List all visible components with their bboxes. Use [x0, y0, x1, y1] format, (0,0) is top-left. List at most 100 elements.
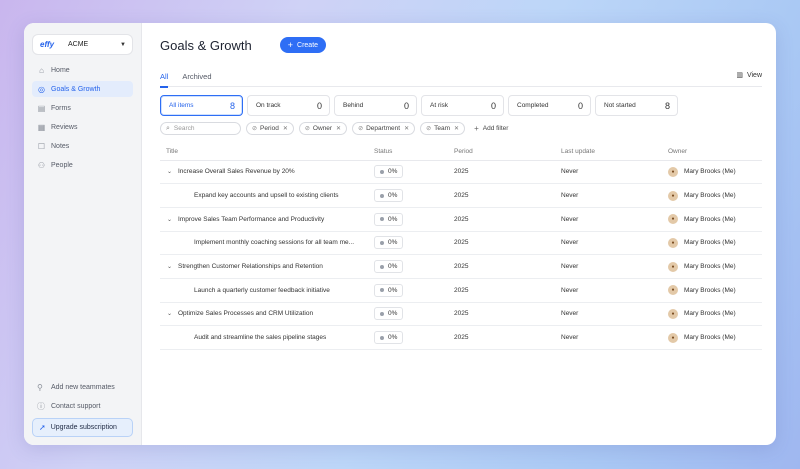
table-row[interactable]: Audit and streamline the sales pipeline … [160, 325, 762, 350]
status-badge[interactable]: 0% [374, 212, 404, 226]
table-row[interactable]: Implement monthly coaching sessions for … [160, 231, 762, 256]
table-row[interactable]: ⌄ Strengthen Customer Relationships and R… [160, 254, 762, 279]
effy-logo: effy [40, 40, 55, 49]
chevron-down-icon[interactable]: ⌄ [166, 310, 178, 317]
column-header-owner[interactable]: Owner [668, 144, 762, 161]
status-badge[interactable]: 0% [374, 331, 404, 345]
status-dot-icon [380, 335, 384, 340]
sidebar-item-home[interactable]: ⌂ Home [32, 62, 133, 78]
cell-title[interactable]: Audit and streamline the sales pipeline … [160, 325, 374, 350]
workspace-switcher[interactable]: effy ACME ▼ [32, 34, 133, 55]
owner[interactable]: ● Mary Brooks (Me) [668, 190, 762, 201]
cell-title[interactable]: Implement monthly coaching sessions for … [160, 231, 374, 256]
add-teammates-link[interactable]: ⚲ Add new teammates [32, 379, 133, 395]
sub-goal-title[interactable]: Launch a quarterly customer feedback ini… [166, 287, 374, 294]
status-badge[interactable]: 0% [374, 260, 404, 274]
goal-title[interactable]: ⌄ Increase Overall Sales Revenue by 20% [166, 168, 374, 175]
sidebar-item-goals-growth[interactable]: ◎ Goals & Growth [32, 81, 133, 97]
filter-chip-owner[interactable]: ⊘ Owner ✕ [298, 122, 348, 135]
filter-chip-label: Team [434, 125, 451, 132]
status-card-behind[interactable]: Behind 0 [334, 95, 417, 116]
owner[interactable]: ● Mary Brooks (Me) [668, 214, 762, 225]
sidebar-item-reviews[interactable]: ▦ Reviews [32, 119, 133, 135]
owner[interactable]: ● Mary Brooks (Me) [668, 332, 762, 343]
contact-support-link[interactable]: ⓘ Contact support [32, 398, 133, 414]
sidebar-item-label: Forms [51, 104, 71, 112]
filter-chip-period[interactable]: ⊘ Period ✕ [246, 122, 294, 135]
close-icon[interactable]: ✕ [283, 125, 288, 132]
status-badge[interactable]: 0% [374, 189, 404, 203]
sidebar-item-notes[interactable]: ☐ Notes [32, 138, 133, 154]
close-icon[interactable]: ✕ [454, 125, 459, 132]
tab-archived[interactable]: Archived [182, 67, 211, 87]
cell-title[interactable]: ⌄ Increase Overall Sales Revenue by 20% [160, 160, 374, 185]
owner[interactable]: ● Mary Brooks (Me) [668, 261, 762, 272]
sub-goal-title[interactable]: Expand key accounts and upsell to existi… [166, 192, 374, 199]
column-header-status[interactable]: Status [374, 144, 454, 161]
status-card-not-started[interactable]: Not started 8 [595, 95, 678, 116]
close-icon[interactable]: ✕ [404, 125, 409, 132]
status-badge[interactable]: 0% [374, 165, 404, 179]
cell-title[interactable]: ⌄ Improve Sales Team Performance and Prod… [160, 207, 374, 232]
view-icon: ▥ [736, 72, 743, 79]
status-card-completed[interactable]: Completed 0 [508, 95, 591, 116]
create-button[interactable]: + Create [279, 37, 327, 53]
owner[interactable]: ● Mary Brooks (Me) [668, 237, 762, 248]
cell-status: 0% [374, 231, 454, 256]
owner[interactable]: ● Mary Brooks (Me) [668, 285, 762, 296]
filter-chip-team[interactable]: ⊘ Team ✕ [420, 122, 466, 135]
goal-title[interactable]: ⌄ Optimize Sales Processes and CRM Utiliz… [166, 310, 374, 317]
filter-bar: ⌕ Search ⊘ Period ✕ ⊘ Owner ✕ ⊘ Departme… [160, 122, 762, 135]
cell-last-update: Never [561, 183, 668, 208]
sidebar-item-label: Notes [51, 142, 70, 150]
table-row[interactable]: Launch a quarterly customer feedback ini… [160, 278, 762, 303]
search-input[interactable]: ⌕ Search [160, 122, 241, 135]
cell-title[interactable]: Launch a quarterly customer feedback ini… [160, 278, 374, 303]
filter-chip-department[interactable]: ⊘ Department ✕ [352, 122, 416, 135]
view-button[interactable]: ▥ View [736, 71, 762, 80]
close-icon[interactable]: ✕ [336, 125, 341, 132]
goal-title[interactable]: ⌄ Strengthen Customer Relationships and R… [166, 263, 374, 270]
cell-title[interactable]: ⌄ Strengthen Customer Relationships and R… [160, 254, 374, 279]
target-icon: ◎ [38, 84, 45, 94]
chevron-down-icon[interactable]: ⌄ [166, 263, 178, 270]
filter-icon: ⊘ [252, 126, 258, 132]
sub-goal-title[interactable]: Audit and streamline the sales pipeline … [166, 334, 374, 341]
add-filter-button[interactable]: + Add filter [474, 124, 508, 133]
cell-title[interactable]: ⌄ Optimize Sales Processes and CRM Utiliz… [160, 302, 374, 327]
status-badge[interactable]: 0% [374, 283, 404, 297]
cell-status: 0% [374, 302, 454, 327]
upgrade-subscription-button[interactable]: ➚ Upgrade subscription [32, 418, 133, 437]
table-row[interactable]: ⌄ Optimize Sales Processes and CRM Utiliz… [160, 302, 762, 327]
column-header-title[interactable]: Title [160, 144, 374, 161]
table-row[interactable]: Expand key accounts and upsell to existi… [160, 183, 762, 208]
sidebar-item-label: People [51, 161, 73, 169]
column-header-period[interactable]: Period [454, 144, 561, 161]
page-header: Goals & Growth + Create [160, 23, 762, 67]
upgrade-label: Upgrade subscription [50, 424, 117, 431]
tab-all[interactable]: All [160, 67, 169, 88]
owner[interactable]: ● Mary Brooks (Me) [668, 308, 762, 319]
sub-goal-title[interactable]: Implement monthly coaching sessions for … [166, 239, 374, 246]
column-header-last-update[interactable]: Last update [561, 144, 668, 161]
status-badge[interactable]: 0% [374, 236, 404, 250]
goal-title[interactable]: ⌄ Improve Sales Team Performance and Prod… [166, 216, 374, 223]
sidebar-item-forms[interactable]: ▤ Forms [32, 100, 133, 116]
plus-icon: + [287, 39, 294, 50]
status-badge[interactable]: 0% [374, 307, 404, 321]
chevron-down-icon[interactable]: ⌄ [166, 216, 178, 223]
cell-title[interactable]: Expand key accounts and upsell to existi… [160, 183, 374, 208]
status-card-all-items[interactable]: All items 8 [160, 95, 243, 116]
goal-title-text: Optimize Sales Processes and CRM Utiliza… [178, 310, 314, 318]
sidebar-item-people[interactable]: ⚇ People [32, 157, 133, 173]
chevron-down-icon[interactable]: ⌄ [166, 168, 178, 175]
status-dot-icon [380, 240, 384, 245]
owner[interactable]: ● Mary Brooks (Me) [668, 166, 762, 177]
table-row[interactable]: ⌄ Improve Sales Team Performance and Prod… [160, 207, 762, 232]
goal-title-text: Increase Overall Sales Revenue by 20% [178, 168, 295, 176]
status-card-at-risk[interactable]: At risk 0 [421, 95, 504, 116]
create-label: Create [297, 41, 319, 49]
table-row[interactable]: ⌄ Increase Overall Sales Revenue by 20% 0%… [160, 160, 762, 185]
status-value: 0% [388, 334, 398, 342]
status-card-on-track[interactable]: On track 0 [247, 95, 330, 116]
